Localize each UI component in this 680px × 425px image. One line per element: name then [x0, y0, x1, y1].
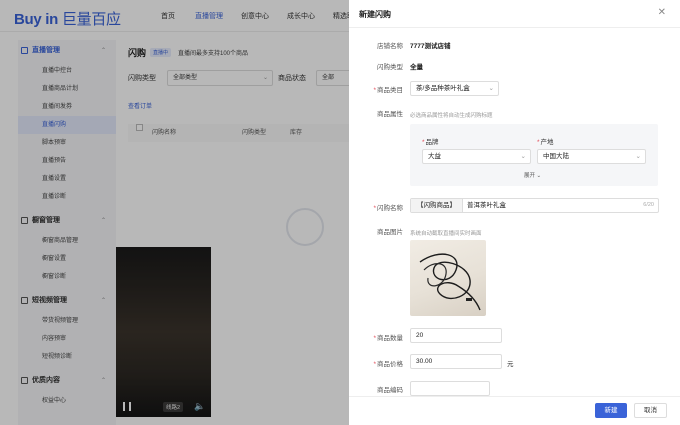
shop-name-label: 店铺名称 — [377, 43, 403, 50]
product-image-hint: 系统自动截取直播间实时画面 — [410, 231, 482, 237]
quantity-label-text: 商品数量 — [377, 335, 403, 342]
product-image-label: 商品图片 — [377, 229, 403, 236]
origin-value: 中国大陆 — [543, 153, 569, 160]
origin-select[interactable]: 中国大陆 ⌄ — [537, 149, 646, 164]
chevron-down-icon: ⌄ — [520, 153, 526, 160]
flash-name-input[interactable]: 【闪购商品】 普洱茶叶礼盒 6/20 — [410, 198, 659, 213]
new-flash-sale-drawer: 新建闪购 ✕ 店铺名称 7777测试店铺 闪购类型 全量 *商品类目 茶/多品种… — [349, 0, 680, 425]
category-value: 茶/多品种茶叶礼盒 — [416, 85, 470, 92]
flash-name-label-text: 闪购名称 — [377, 205, 403, 212]
category-select[interactable]: 茶/多品种茶叶礼盒 ⌄ — [410, 81, 499, 96]
flash-name-value: 普洱茶叶礼盒 — [467, 202, 506, 209]
flash-type-label: 闪购类型 — [377, 64, 403, 71]
brand-select[interactable]: 大益 ⌄ — [422, 149, 531, 164]
price-label-text: 商品价格 — [377, 361, 403, 368]
divider — [349, 396, 680, 397]
product-image-thumbnail[interactable] — [410, 240, 486, 316]
flash-type-value: 全量 — [410, 64, 423, 71]
quantity-value: 20 — [416, 332, 424, 339]
attributes-panel: *品牌 大益 ⌄ *产地 中国大陆 ⌄ 展开 ⌄ — [410, 124, 658, 186]
close-icon[interactable]: ✕ — [658, 7, 666, 18]
create-button[interactable]: 新建 — [595, 403, 627, 418]
price-value: 30.00 — [416, 358, 433, 365]
price-label: *商品价格 — [373, 361, 403, 368]
flash-name-label: *闪购名称 — [373, 205, 403, 212]
drawer-title: 新建闪购 — [359, 10, 391, 19]
brand-label-text: 品牌 — [425, 139, 439, 146]
cable-photo — [419, 253, 481, 311]
category-label: *商品类目 — [373, 87, 403, 94]
quantity-label: *商品数量 — [373, 335, 403, 342]
chevron-down-icon: ⌄ — [536, 173, 542, 179]
brand-value: 大益 — [428, 153, 441, 160]
attributes-label: 商品属性 — [377, 111, 403, 118]
price-input[interactable]: 30.00 — [410, 354, 502, 369]
product-code-label: 商品编码 — [377, 387, 403, 394]
brand-label: *品牌 — [422, 139, 439, 146]
chevron-down-icon: ⌄ — [488, 85, 494, 92]
origin-label: *产地 — [537, 139, 554, 146]
expand-attributes-button[interactable]: 展开 ⌄ — [524, 171, 541, 179]
divider — [349, 27, 680, 28]
origin-label-text: 产地 — [540, 139, 554, 146]
product-code-input[interactable] — [410, 381, 490, 396]
flash-name-prefix: 【闪购商品】 — [411, 199, 463, 212]
chevron-down-icon: ⌄ — [635, 153, 641, 160]
price-unit: 元 — [507, 361, 514, 368]
flash-name-counter: 6/20 — [643, 202, 654, 208]
category-label-text: 商品类目 — [377, 87, 403, 94]
cancel-button[interactable]: 取消 — [634, 403, 667, 418]
attributes-hint: 必选商品属性将自动生成闪购标题 — [410, 113, 493, 119]
shop-name-value: 7777测试店铺 — [410, 43, 451, 50]
expand-label: 展开 — [524, 173, 536, 179]
quantity-input[interactable]: 20 — [410, 328, 502, 343]
